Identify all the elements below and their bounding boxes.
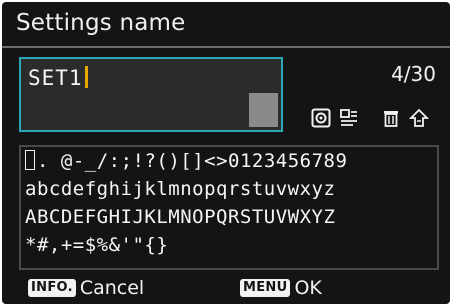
palette-selection-cursor xyxy=(25,150,35,170)
palette-row-special[interactable]: *#,+=$%&'"{} xyxy=(25,234,168,256)
palette-row-lowercase[interactable]: abcdefghijklmnopqrstuvwxyz xyxy=(25,178,335,200)
cancel-label: Cancel xyxy=(79,277,145,299)
text-cursor xyxy=(84,66,88,88)
info-key-badge: INFO. xyxy=(28,279,76,297)
ok-label: OK xyxy=(294,277,322,299)
mode-icon-group xyxy=(310,107,430,129)
palette-row-symbols-text[interactable]: . @-_/:;!?()[]<>0123456789 xyxy=(37,150,347,172)
shift-icon[interactable] xyxy=(408,107,430,129)
cancel-button[interactable]: INFO. Cancel xyxy=(28,277,144,299)
record-delete-icon[interactable] xyxy=(310,107,332,129)
name-input-field[interactable]: SET1 xyxy=(19,57,283,132)
character-palette[interactable]: . @-_/:;!?()[]<>0123456789 abcdefghijklm… xyxy=(19,145,439,270)
ok-button[interactable]: MENU OK xyxy=(240,277,322,299)
input-mode-icon[interactable] xyxy=(338,107,360,129)
input-scroll-indicator xyxy=(249,93,278,127)
title-divider xyxy=(2,46,450,48)
name-input-value-wrap: SET1 xyxy=(28,66,88,90)
menu-key-badge: MENU xyxy=(240,279,291,297)
name-input-value: SET1 xyxy=(28,66,83,90)
character-counter: 4/30 xyxy=(391,62,436,86)
camera-lcd-screen: Settings name SET1 4/30 . @-_/:;!?()[]<>… xyxy=(2,2,450,304)
screen-title: Settings name xyxy=(16,10,186,36)
trash-icon[interactable] xyxy=(380,107,402,129)
button-guide-bar: INFO. Cancel MENU OK xyxy=(2,274,450,304)
palette-row-uppercase[interactable]: ABCDEFGHIJKLMNOPQRSTUVWXYZ xyxy=(25,206,335,228)
palette-row-symbols[interactable]: . @-_/:;!?()[]<>0123456789 xyxy=(25,150,347,172)
